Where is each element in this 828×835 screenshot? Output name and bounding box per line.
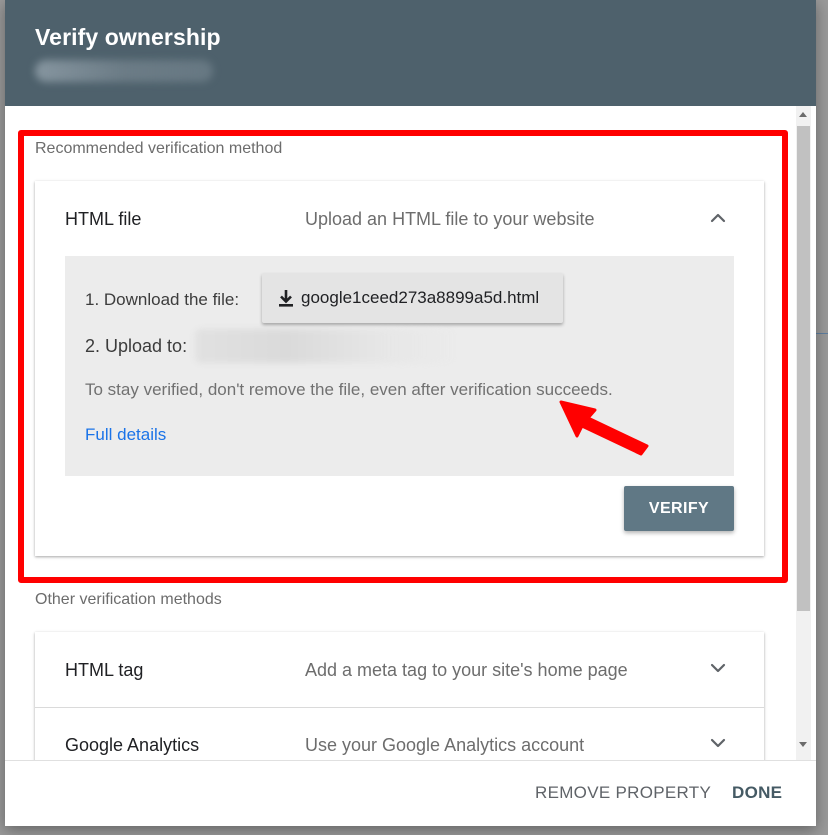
verify-button[interactable]: VERIFY	[624, 486, 734, 531]
scrollbar-thumb[interactable]	[797, 126, 810, 611]
remove-property-button[interactable]: REMOVE PROPERTY	[535, 783, 711, 803]
background-divider	[816, 333, 828, 334]
stay-verified-note: To stay verified, don't remove the file,…	[85, 380, 613, 399]
dialog-header: Verify ownership	[5, 0, 816, 106]
method-description: Upload an HTML file to your website	[305, 209, 595, 229]
method-title: HTML tag	[65, 660, 144, 680]
method-title: HTML file	[65, 209, 142, 229]
method-title: Google Analytics	[65, 735, 200, 755]
dialog-body[interactable]: Recommended verification method HTML fil…	[5, 106, 816, 760]
download-file-button[interactable]: google1ceed273a8899a5d.html	[262, 273, 563, 323]
other-methods-list: HTML tag Add a meta tag to your site's h…	[35, 632, 764, 760]
method-description: Use your Google Analytics account	[305, 735, 585, 755]
html-file-card: HTML file Upload an HTML file to your we…	[35, 181, 764, 556]
redacted-upload-url	[195, 329, 457, 363]
chevron-down-icon[interactable]	[709, 734, 727, 752]
method-row-html-tag[interactable]: HTML tag Add a meta tag to your site's h…	[35, 632, 764, 707]
chevron-down-icon[interactable]	[709, 659, 727, 677]
download-file-name: google1ceed273a8899a5d.html	[301, 288, 540, 307]
method-row-google-analytics[interactable]: Google Analytics Use your Google Analyti…	[35, 708, 764, 760]
method-description: Add a meta tag to your site's home page	[305, 660, 628, 680]
other-methods-section-label: Other verification methods	[35, 591, 222, 608]
full-details-link[interactable]: Full details	[85, 425, 166, 445]
redacted-property-url	[35, 60, 213, 82]
instructions-panel: 1. Download the file: google1ceed273a889…	[65, 256, 734, 476]
dialog-footer: REMOVE PROPERTY DONE	[5, 760, 816, 826]
scroll-up-arrow-icon[interactable]	[799, 112, 807, 117]
download-icon	[279, 290, 293, 307]
upload-step-label: 2. Upload to:	[85, 336, 188, 356]
scroll-down-arrow-icon[interactable]	[799, 742, 807, 747]
verify-ownership-dialog: Verify ownership Recommended verificatio…	[5, 0, 816, 826]
chevron-up-icon[interactable]	[709, 209, 727, 227]
vertical-scrollbar[interactable]	[796, 106, 811, 760]
dialog-title: Verify ownership	[35, 24, 221, 50]
download-step-label: 1. Download the file:	[85, 290, 240, 309]
recommended-section-label: Recommended verification method	[35, 140, 283, 157]
done-button[interactable]: DONE	[732, 783, 782, 803]
